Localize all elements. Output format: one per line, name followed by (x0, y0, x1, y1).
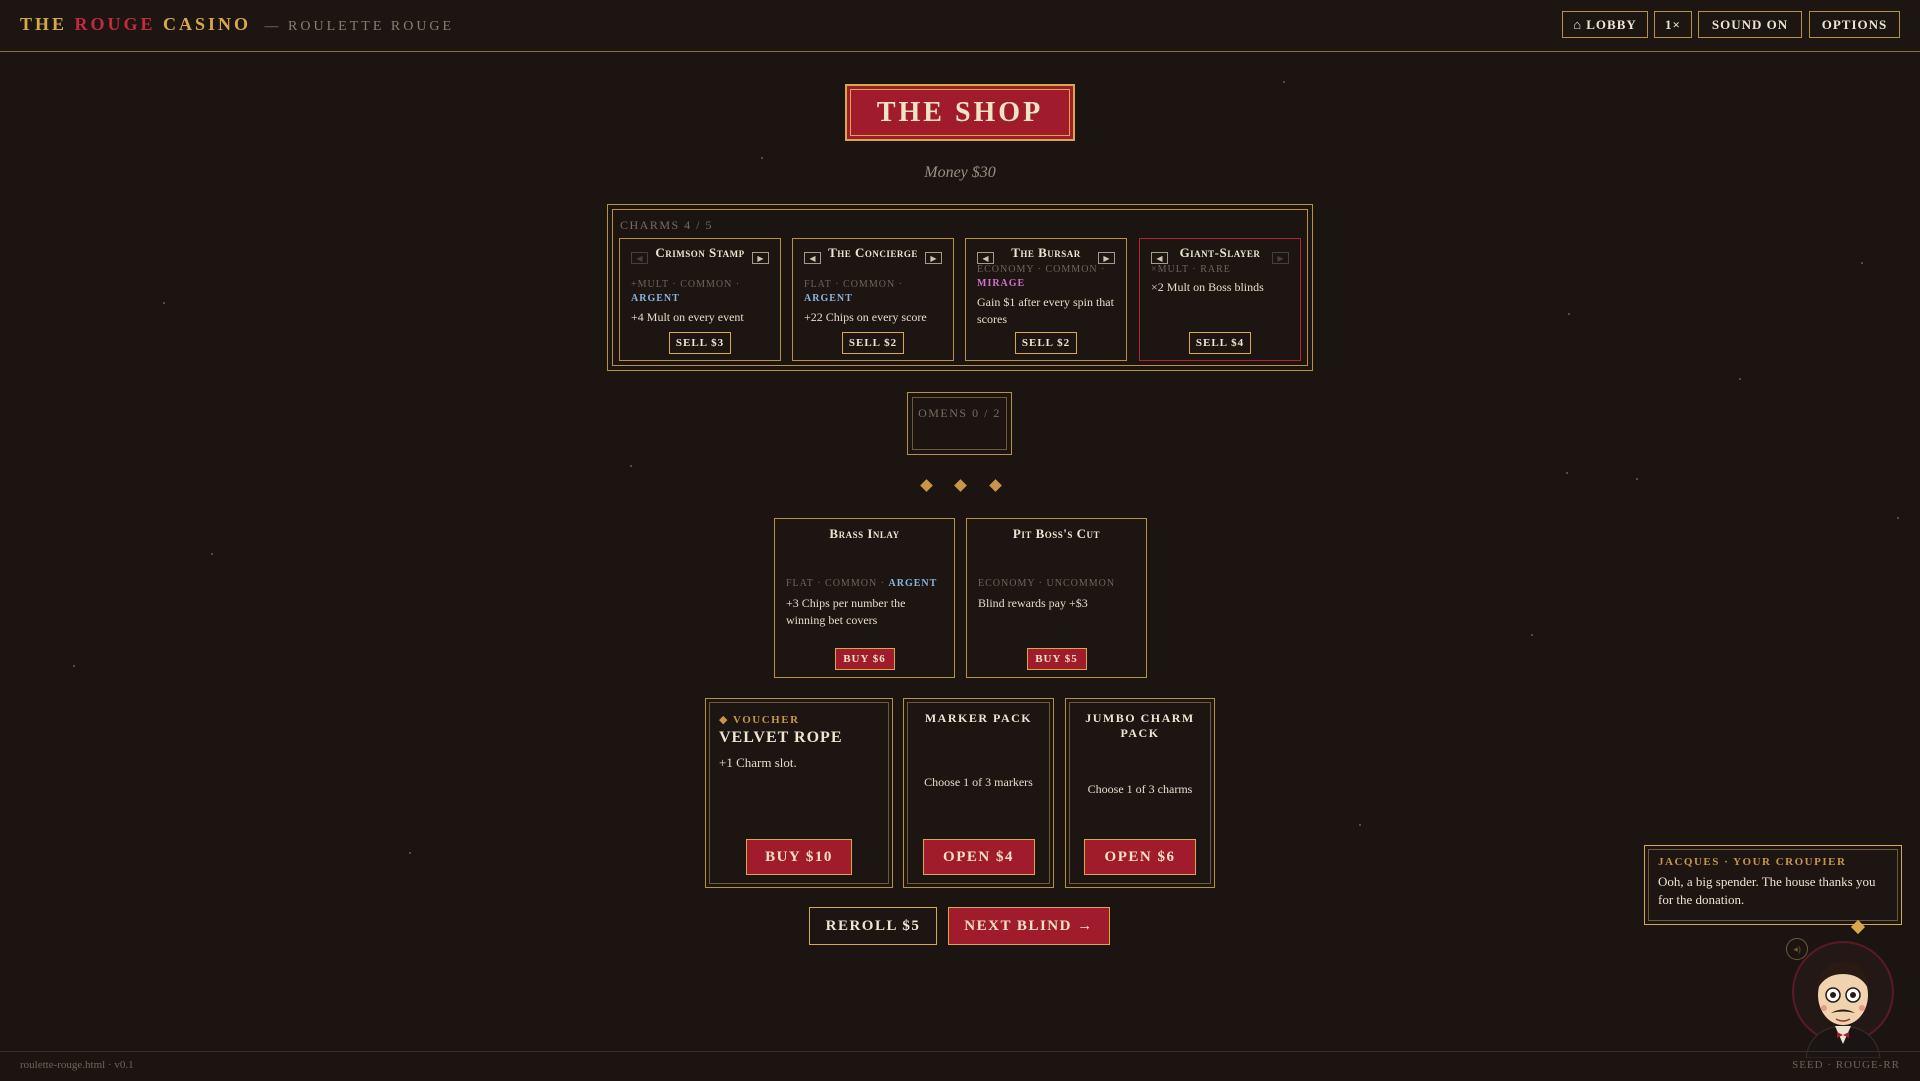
charm-tag-text: ECONOMY · COMMON · (977, 264, 1106, 275)
charm-name: Giant-Slayer (1179, 245, 1261, 260)
voucher-label: ◆ VOUCHER (719, 714, 800, 726)
croupier-message: Ooh, a big spender. The house thanks you… (1658, 874, 1876, 907)
charm-description: Gain $1 after every spin that scores (977, 295, 1114, 326)
shop-item-card[interactable]: Brass Inlay FLAT · COMMON · ARGENT +3 Ch… (774, 518, 955, 678)
pack-card[interactable]: MARKER PACK Choose 1 of 3 markers OPEN $… (903, 698, 1054, 888)
sell-button[interactable]: SELL $3 (669, 332, 731, 354)
item-description: Blind rewards pay +$3 (978, 596, 1088, 610)
item-tag-text: FLAT · COMMON · (786, 578, 885, 589)
charms-count-label: CHARMS 4 / 5 (620, 218, 714, 232)
charm-description: ×2 Mult on Boss blinds (1151, 280, 1264, 294)
croupier-name: JACQUES · YOUR CROUPIER (1658, 856, 1847, 868)
version-label: roulette-rouge.html · v0.1 (20, 1059, 134, 1071)
charm-description: +22 Chips on every score (804, 310, 927, 324)
next-blind-button[interactable]: NEXT BLIND → (948, 907, 1110, 945)
charm-name: The Bursar (1011, 245, 1081, 260)
charm-description: +4 Mult on every event (631, 310, 744, 324)
voucher-card[interactable]: ◆ VOUCHER VELVET ROPE +1 Charm slot. BUY… (705, 698, 893, 888)
pack-description: Choose 1 of 3 charms (1087, 782, 1193, 796)
move-right-icon[interactable]: ▶ (752, 252, 769, 264)
money-display: Money $30 (924, 164, 996, 181)
open-pack-button[interactable]: OPEN $4 (922, 839, 1035, 875)
sell-button[interactable]: SELL $4 (1189, 332, 1251, 354)
item-tags: FLAT · COMMON · ARGENT (786, 578, 948, 589)
charms-panel: CHARMS 4 / 5 ◀ ▶ Crimson Stamp +MULT · C… (607, 204, 1313, 371)
charm-card[interactable]: ◀ ▶ The Concierge FLAT · COMMON · ARGENT… (792, 238, 954, 361)
sound-toggle-button[interactable]: SOUND ON (1698, 11, 1802, 38)
sell-button[interactable]: SELL $2 (842, 332, 904, 354)
brand-rouge: ROUGE (74, 14, 156, 34)
brand-the: THE (20, 14, 68, 34)
footer: roulette-rouge.html · v0.1 SEED · ROUGE-… (0, 1051, 1920, 1081)
divider-diamond-icon (920, 479, 933, 492)
charm-edition: MIRAGE (977, 278, 1026, 289)
charm-edition: ARGENT (804, 293, 853, 304)
charm-name: Crimson Stamp (655, 245, 745, 260)
top-bar: THE ROUGE CASINO — ROULETTE ROUGE ⌂ LOBB… (0, 0, 1920, 52)
buy-voucher-button[interactable]: BUY $10 (746, 839, 852, 875)
charm-card[interactable]: ◀ ▶ Giant-Slayer ×MULT · RARE ×2 Mult on… (1139, 238, 1301, 361)
charm-tag-text: FLAT · COMMON · (804, 279, 903, 290)
pack-card[interactable]: JUMBO CHARM PACK Choose 1 of 3 charms OP… (1065, 698, 1215, 888)
speed-button[interactable]: 1× (1654, 11, 1692, 38)
shop-title-banner: THE SHOP (845, 84, 1075, 141)
pack-title: MARKER PACK (924, 711, 1033, 725)
brand-subtitle: — ROULETTE ROUGE (264, 19, 455, 34)
divider-diamond-icon (989, 479, 1002, 492)
pack-description: Choose 1 of 3 markers (924, 775, 1033, 789)
charm-card[interactable]: ◀ ▶ Crimson Stamp +MULT · COMMON · ARGEN… (619, 238, 781, 361)
charm-name: The Concierge (828, 245, 918, 260)
voucher-name: VELVET ROPE (719, 729, 843, 746)
brand-casino: CASINO (163, 14, 252, 34)
charm-tags: FLAT · COMMON · ARGENT (804, 278, 947, 306)
item-name: Brass Inlay (829, 526, 900, 541)
divider-diamond-icon (954, 479, 967, 492)
croupier-avatar (1792, 941, 1894, 1058)
reroll-button[interactable]: REROLL $5 (809, 907, 937, 945)
charm-tags: ECONOMY · COMMON · MIRAGE (977, 263, 1120, 291)
voucher-description: +1 Charm slot. (719, 755, 797, 770)
item-tags: ECONOMY · UNCOMMON (978, 578, 1116, 589)
options-button[interactable]: OPTIONS (1809, 11, 1900, 38)
lobby-button[interactable]: ⌂ LOBBY (1562, 11, 1648, 38)
charm-tag-text: +MULT · COMMON · (631, 279, 741, 290)
charm-tags: +MULT · COMMON · ARGENT (631, 278, 774, 306)
open-pack-button[interactable]: OPEN $6 (1084, 839, 1196, 875)
brand-logo: THE ROUGE CASINO — ROULETTE ROUGE (20, 14, 454, 35)
seed-label: SEED · ROUGE-RR (1792, 1059, 1900, 1071)
buy-button[interactable]: BUY $6 (834, 648, 895, 670)
omens-panel: OMENS 0 / 2 (907, 392, 1012, 455)
buy-button[interactable]: BUY $5 (1026, 648, 1087, 670)
item-name: Pit Boss's Cut (1012, 526, 1101, 541)
omens-count-label: OMENS 0 / 2 (918, 406, 1001, 420)
charm-tags: ×MULT · RARE (1151, 264, 1231, 275)
charm-card[interactable]: ◀ ▶ The Bursar ECONOMY · COMMON · MIRAGE… (965, 238, 1127, 361)
item-description: +3 Chips per number the winning bet cove… (786, 596, 906, 627)
move-right-icon[interactable]: ▶ (925, 252, 942, 264)
item-edition: ARGENT (888, 578, 938, 589)
pack-title: JUMBO CHARM PACK (1085, 711, 1195, 740)
croupier-speech-bubble: JACQUES · YOUR CROUPIER Ooh, a big spend… (1644, 845, 1902, 935)
shop-item-card[interactable]: Pit Boss's Cut ECONOMY · UNCOMMON Blind … (966, 518, 1147, 678)
charm-edition: ARGENT (631, 293, 680, 304)
sell-button[interactable]: SELL $2 (1015, 332, 1077, 354)
